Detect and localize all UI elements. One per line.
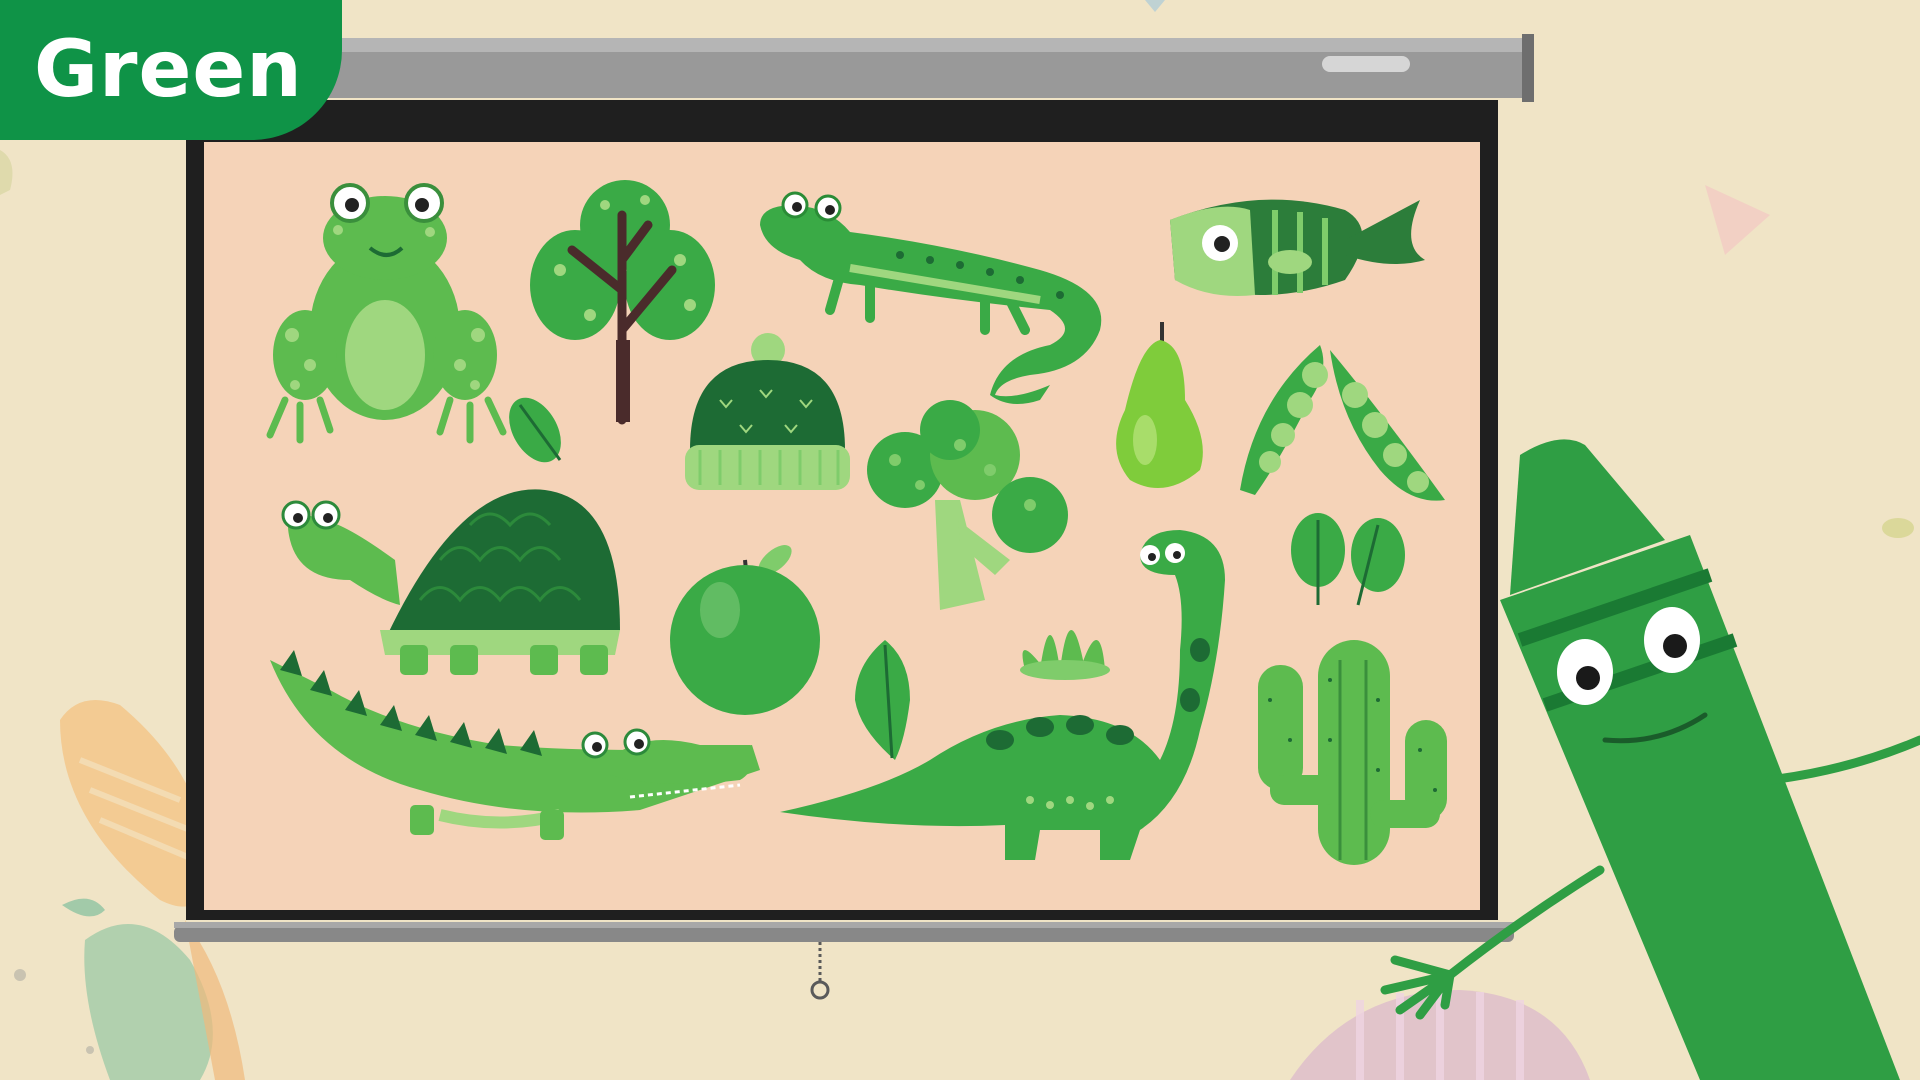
video-frame: Green bbox=[0, 0, 1920, 1080]
title-tag: Green bbox=[0, 0, 342, 140]
pull-cord-icon bbox=[810, 942, 830, 1000]
scene-illustration bbox=[0, 0, 1920, 1080]
title-text: Green bbox=[34, 25, 303, 115]
